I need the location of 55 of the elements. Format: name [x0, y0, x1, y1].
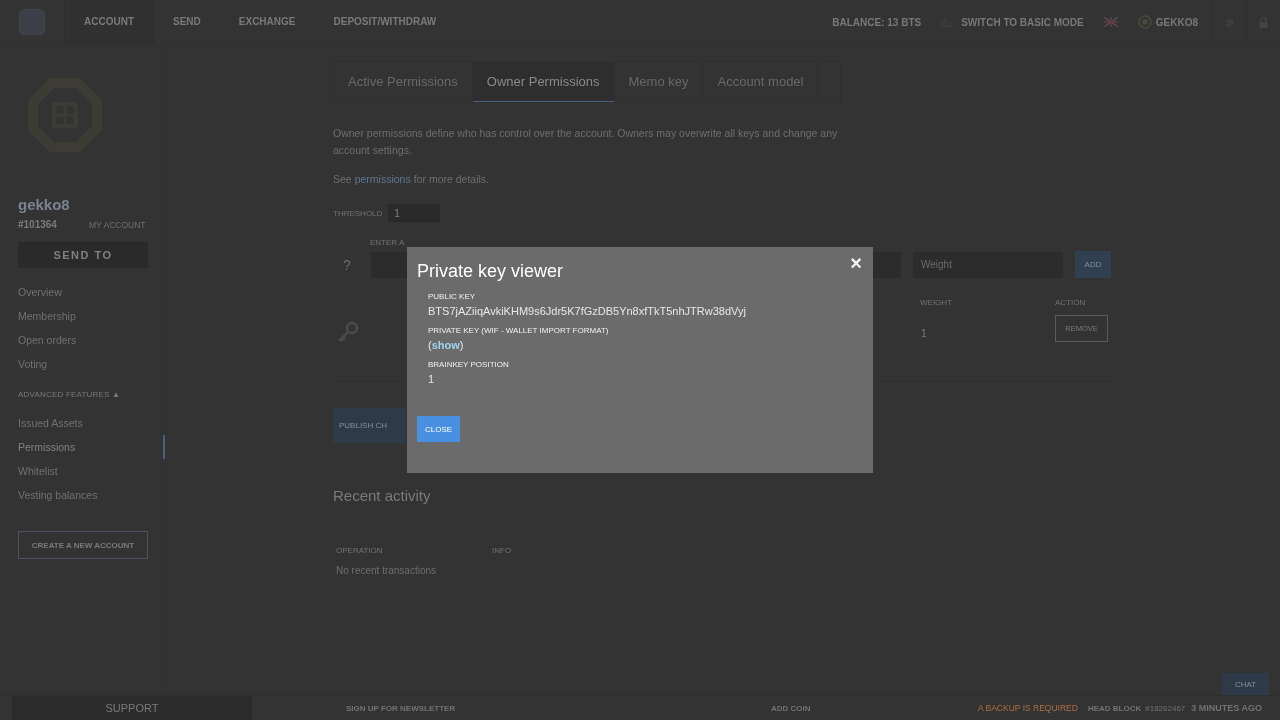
threshold-field[interactable]: 1	[388, 204, 441, 222]
field-value: 1	[428, 373, 435, 385]
help-icon[interactable]: ?	[333, 256, 361, 273]
weight-field[interactable]: Weight	[913, 251, 1063, 278]
account-name: gekko8	[18, 196, 71, 213]
switch-mode-link[interactable]: SWITCH TO BASIC MODE	[961, 16, 1084, 28]
field-label: PUBLIC KEY	[428, 292, 477, 301]
add-button[interactable]: ADD	[1075, 251, 1111, 278]
enter-account-label: ENTER A	[370, 238, 405, 247]
weight-value: 1	[921, 328, 927, 339]
permission-tab[interactable]: Owner Permissions	[472, 62, 615, 102]
account-id: #101364	[18, 219, 58, 230]
head-block-label: HEAD BLOCK	[1087, 703, 1142, 713]
close-button[interactable]: CLOSE	[417, 416, 460, 442]
nav-tab[interactable]: DEPOSIT/WITHDRAW	[314, 0, 456, 44]
chat-button[interactable]: CHAT	[1222, 673, 1269, 695]
column-header: WEIGHT	[920, 298, 952, 307]
sidebar-item[interactable]: Open orders	[18, 328, 165, 352]
add-coin-link[interactable]: ADD COIN	[771, 703, 811, 713]
section-title: Recent activity	[333, 487, 432, 504]
column-header: INFO	[492, 546, 512, 555]
block-number: #18262467	[1145, 703, 1186, 713]
column-header: OPERATION	[336, 546, 384, 555]
nav-tab[interactable]: EXCHANGE	[219, 0, 315, 44]
sidebar-item[interactable]: Permissions	[18, 435, 165, 459]
publish-button[interactable]: PUBLISH CH	[333, 408, 405, 443]
dialog-title: Private key viewer	[417, 261, 564, 282]
column-header: ACTION	[1055, 298, 1086, 307]
app-logo-icon[interactable]	[19, 9, 45, 35]
field-label: PRIVATE KEY (WIF - WALLET IMPORT FORMAT)	[428, 326, 610, 335]
nav-tab[interactable]: SEND	[154, 0, 220, 44]
field-value: BTS7jAZiiqAvkiKHM9s6Jdr5K7fGzDB5Yn8xfTkT5nhJTRw38dVyj	[428, 305, 746, 317]
block-time: 3 MINUTES AGO	[1191, 703, 1262, 713]
permissions-link[interactable]: permissions	[354, 171, 411, 188]
sidebar-item[interactable]: Issued Assets	[18, 411, 165, 435]
sidebar-item[interactable]: Vesting balances	[18, 483, 165, 507]
support-link[interactable]: SUPPORT	[12, 696, 252, 720]
newsletter-link[interactable]: SIGN UP FOR NEWSLETTER	[346, 703, 771, 713]
key-icon	[337, 321, 359, 343]
send-to-button[interactable]: SEND TO	[18, 242, 148, 268]
field-label: BRAINKEY POSITION	[428, 360, 510, 369]
sidebar-item[interactable]: Membership	[18, 304, 165, 328]
balance-label: BALANCE: 13 BTS	[832, 16, 922, 28]
nav-tab[interactable]: ACCOUNT	[64, 0, 154, 44]
see-text: See	[333, 172, 352, 187]
sidebar-item[interactable]: Overview	[18, 280, 165, 304]
empty-message: No recent transactions	[335, 565, 438, 576]
sidebar-item[interactable]: Whitelist	[18, 459, 165, 483]
create-account-button[interactable]: CREATE A NEW ACCOUNT	[18, 531, 148, 559]
advanced-features-toggle[interactable]: ADVANCED FEATURES ▲	[18, 390, 165, 399]
backup-warning-link[interactable]: A BACKUP IS REQUIRED	[977, 703, 1078, 713]
flag-icon[interactable]	[1103, 17, 1118, 27]
show-link[interactable]: (show)	[428, 339, 464, 351]
sidebar-item[interactable]: Voting	[18, 352, 165, 376]
account-menu[interactable]: GEKKO8	[1137, 15, 1212, 29]
